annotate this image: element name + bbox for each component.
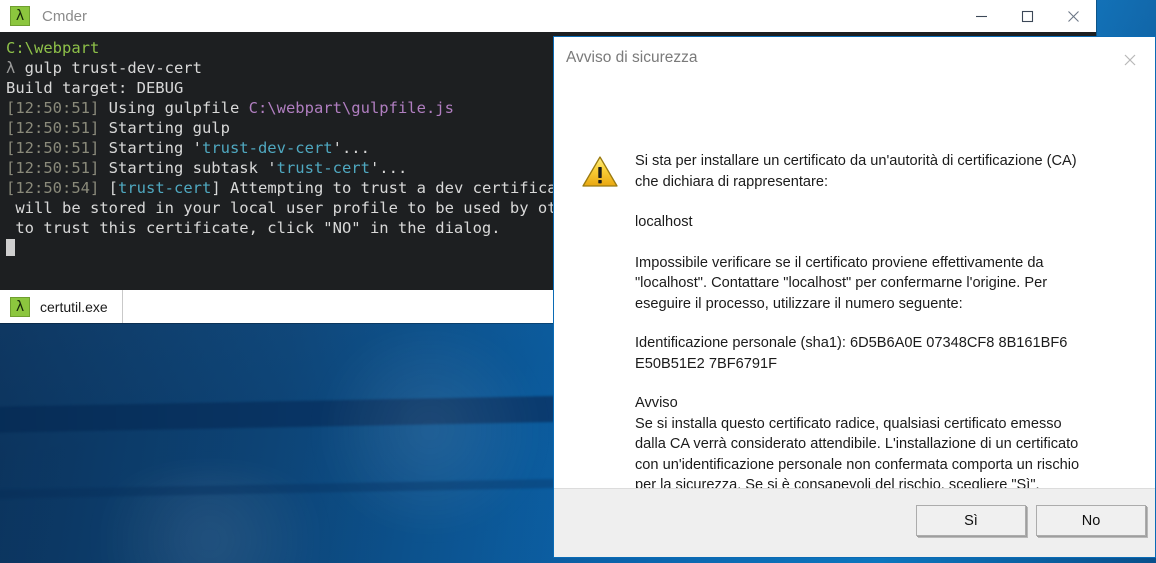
terminal-text: to trust this certificate, click "NO" in… bbox=[6, 219, 501, 237]
terminal-text: Starting gulp bbox=[99, 119, 230, 137]
dialog-intro-text: Si sta per installare un certificato da … bbox=[635, 153, 1077, 190]
no-button[interactable]: No bbox=[1036, 505, 1146, 536]
terminal-text: [12:50:51] bbox=[6, 139, 100, 157]
terminal-text: Starting subtask ' bbox=[99, 159, 277, 177]
terminal-text: Using gulpfile bbox=[99, 99, 249, 117]
cmder-window-title: Cmder bbox=[42, 7, 88, 25]
wallpaper-swirl bbox=[300, 330, 560, 530]
terminal-text: [12:50:51] bbox=[6, 119, 100, 137]
dialog-body: Si sta per installare un certificato da … bbox=[554, 83, 1155, 489]
lambda-icon: λ bbox=[10, 296, 30, 317]
yes-button[interactable]: Sì bbox=[916, 505, 1026, 536]
terminal-text: will be stored in your local user profil… bbox=[6, 199, 585, 217]
dialog-verify-text: Impossibile verificare se il certificato… bbox=[635, 254, 1048, 312]
terminal-text: [ bbox=[99, 179, 118, 197]
dialog-message-text: Si sta per installare un certificato da … bbox=[635, 151, 1095, 489]
terminal-text: trust-cert bbox=[118, 179, 212, 197]
terminal-text: Starting ' bbox=[99, 139, 202, 157]
maximize-icon[interactable] bbox=[1004, 0, 1050, 32]
terminal-text: [12:50:51] bbox=[6, 159, 100, 177]
terminal-text: λ bbox=[6, 59, 25, 77]
terminal-text: trust-dev-cert bbox=[201, 139, 333, 157]
dialog-titlebar[interactable]: Avviso di sicurezza bbox=[554, 37, 1155, 83]
dialog-footer: Sì No bbox=[554, 488, 1155, 557]
minimize-icon[interactable] bbox=[958, 0, 1004, 32]
dialog-warning-body: Se si installa questo certificato radice… bbox=[635, 415, 1080, 490]
desktop-screen: λ Cmder C:\webpart λ gulp trust-dev-cert B… bbox=[0, 0, 1156, 563]
close-icon[interactable] bbox=[1111, 45, 1149, 75]
dialog-title: Avviso di sicurezza bbox=[566, 49, 698, 66]
block-cursor bbox=[6, 239, 15, 256]
warning-triangle-icon bbox=[581, 155, 619, 189]
cmder-tab-label: certutil.exe bbox=[40, 298, 108, 315]
window-controls bbox=[958, 0, 1096, 32]
dialog-thumbprint-text: Identificazione personale (sha1): 6D5B6A… bbox=[635, 335, 1068, 372]
cmder-titlebar[interactable]: λ Cmder bbox=[0, 0, 1096, 32]
terminal-text: '... bbox=[369, 159, 408, 177]
dialog-warning-heading: Avviso bbox=[635, 395, 678, 411]
terminal-text: trust-cert bbox=[276, 159, 370, 177]
security-warning-dialog: Avviso di sicurezza Si sta per installar… bbox=[553, 36, 1156, 558]
terminal-text: [12:50:51] bbox=[6, 99, 100, 117]
terminal-text: '... bbox=[332, 139, 370, 157]
lambda-icon: λ bbox=[10, 6, 30, 26]
terminal-text: C:\webpart\gulpfile.js bbox=[248, 99, 454, 117]
terminal-text: [12:50:54] bbox=[6, 179, 100, 197]
terminal-text: gulp trust-dev-cert bbox=[24, 59, 202, 77]
terminal-text: C:\webpart bbox=[6, 39, 100, 57]
dialog-subject-text: localhost bbox=[635, 214, 693, 230]
cmder-tab-certutil[interactable]: λ certutil.exe bbox=[0, 290, 123, 323]
close-icon[interactable] bbox=[1050, 0, 1096, 32]
terminal-text: Build target: DEBUG bbox=[6, 79, 184, 97]
